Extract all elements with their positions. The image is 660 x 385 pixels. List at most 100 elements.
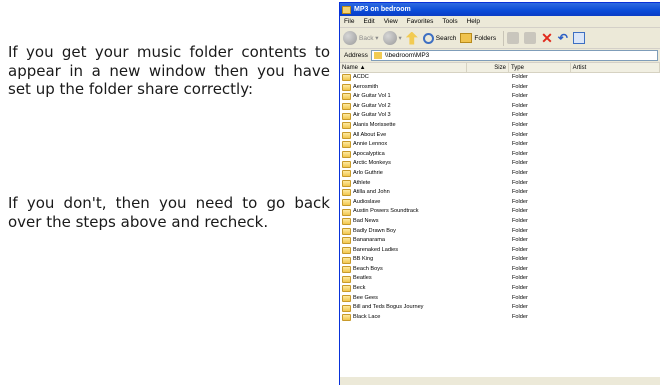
column-name[interactable]: Name ▲ bbox=[340, 63, 468, 72]
file-name-cell: Aerosmith bbox=[340, 83, 468, 93]
file-row[interactable]: Black Lace Folder bbox=[340, 313, 660, 323]
views-icon[interactable] bbox=[572, 32, 585, 44]
file-type-cell: Folder bbox=[512, 256, 528, 263]
file-type-cell: Folder bbox=[512, 131, 528, 138]
file-type-cell: Folder bbox=[512, 217, 528, 224]
file-size-cell bbox=[468, 274, 510, 284]
column-type[interactable]: Type bbox=[509, 63, 571, 72]
file-row[interactable]: Beck Folder bbox=[340, 284, 660, 294]
file-size-cell bbox=[468, 265, 510, 275]
file-name-cell: Air Guitar Vol 3 bbox=[340, 111, 468, 121]
file-type-cell: Folder bbox=[512, 93, 528, 100]
file-size-cell bbox=[468, 188, 510, 198]
file-row[interactable]: Bad News Folder bbox=[340, 217, 660, 227]
file-row[interactable]: Apocalyptica Folder bbox=[340, 150, 660, 160]
title-bar[interactable]: MP3 on bedroom bbox=[340, 3, 660, 16]
file-type-cell: Folder bbox=[512, 304, 528, 311]
file-type-cell: Folder bbox=[512, 313, 528, 320]
file-name-cell: Bee Gees bbox=[340, 294, 468, 304]
forward-button[interactable]: ▾ bbox=[382, 31, 402, 45]
folder-icon bbox=[342, 131, 351, 139]
folder-icon bbox=[342, 246, 351, 254]
address-value: \\bedroom\MP3 bbox=[384, 52, 430, 59]
file-type-cell: Folder bbox=[512, 74, 528, 80]
file-name-cell: Bad News bbox=[340, 217, 468, 227]
file-row[interactable]: Arctic Monkeys Folder bbox=[340, 159, 660, 169]
file-type-cell: Folder bbox=[512, 237, 528, 244]
file-type-cell: Folder bbox=[512, 246, 528, 253]
menu-view[interactable]: View bbox=[384, 18, 398, 25]
file-type-cell: Folder bbox=[512, 285, 528, 292]
back-button[interactable]: Back ▾ bbox=[343, 31, 379, 45]
move-to-icon[interactable] bbox=[507, 32, 520, 44]
file-row[interactable]: Air Guitar Vol 3 Folder bbox=[340, 111, 660, 121]
file-name-cell: Apocalyptica bbox=[340, 150, 468, 160]
address-label: Address bbox=[344, 52, 368, 59]
file-name-cell: Athlete bbox=[340, 179, 468, 189]
file-row[interactable]: Athlete Folder bbox=[340, 179, 660, 189]
file-row[interactable]: Bill and Teds Bogus Journey Folder bbox=[340, 303, 660, 313]
column-header-row: Name ▲ Size Type Artist bbox=[340, 63, 660, 73]
file-type-cell: Folder bbox=[512, 169, 528, 176]
instruction-paragraph-1: If you get your music folder contents to… bbox=[8, 43, 330, 98]
file-row[interactable]: Alanis Morissette Folder bbox=[340, 121, 660, 131]
folder-icon bbox=[342, 112, 351, 120]
folder-icon bbox=[342, 218, 351, 226]
folder-icon bbox=[342, 141, 351, 149]
file-row[interactable]: BB King Folder bbox=[340, 255, 660, 265]
file-row[interactable]: Air Guitar Vol 2 Folder bbox=[340, 102, 660, 112]
file-row[interactable]: Bananarama Folder bbox=[340, 236, 660, 246]
file-size-cell bbox=[468, 227, 510, 237]
file-name-cell: Bananarama bbox=[340, 236, 468, 246]
file-name-cell: Badly Drawn Boy bbox=[340, 227, 468, 237]
file-list: Name ▲ Size Type Artist ACDC Folder Aerosm… bbox=[340, 63, 660, 377]
menu-file[interactable]: File bbox=[344, 18, 354, 25]
file-type-cell: Folder bbox=[512, 227, 528, 234]
folders-button[interactable]: Folders bbox=[460, 33, 496, 43]
file-row[interactable]: Aerosmith Folder bbox=[340, 83, 660, 93]
file-type-cell: Folder bbox=[512, 141, 528, 148]
file-size-cell bbox=[468, 102, 510, 112]
delete-icon[interactable]: ✕ bbox=[541, 30, 553, 47]
back-arrow-icon bbox=[343, 31, 357, 45]
file-size-cell bbox=[468, 217, 510, 227]
file-row[interactable]: Badly Drawn Boy Folder bbox=[340, 227, 660, 237]
file-size-cell bbox=[468, 284, 510, 294]
file-size-cell bbox=[468, 313, 510, 323]
file-type-cell: Folder bbox=[512, 150, 528, 157]
folder-icon bbox=[342, 5, 351, 14]
menu-help[interactable]: Help bbox=[467, 18, 480, 25]
instruction-paragraph-2: If you don't, then you need to go back o… bbox=[8, 194, 330, 231]
file-row[interactable]: Atilla and John Folder bbox=[340, 188, 660, 198]
column-artist[interactable]: Artist bbox=[571, 63, 660, 72]
address-field[interactable]: \\bedroom\MP3 bbox=[370, 50, 658, 61]
file-row[interactable]: Audioslave Folder bbox=[340, 198, 660, 208]
file-type-cell: Folder bbox=[512, 179, 528, 186]
file-row[interactable]: ACDC Folder bbox=[340, 73, 660, 83]
undo-icon[interactable]: ↶ bbox=[558, 31, 568, 45]
menu-tools[interactable]: Tools bbox=[442, 18, 457, 25]
folders-icon bbox=[460, 33, 473, 43]
file-row[interactable]: Bee Gees Folder bbox=[340, 294, 660, 304]
file-row[interactable]: Annie Lennox Folder bbox=[340, 140, 660, 150]
menu-favorites[interactable]: Favorites bbox=[407, 18, 434, 25]
file-name-cell: Audioslave bbox=[340, 198, 468, 208]
file-row[interactable]: Beatles Folder bbox=[340, 274, 660, 284]
folder-icon bbox=[342, 179, 351, 187]
file-row[interactable]: Barenaked Ladies Folder bbox=[340, 246, 660, 256]
network-folder-icon bbox=[373, 52, 382, 59]
file-row[interactable]: All About Eve Folder bbox=[340, 131, 660, 141]
file-row[interactable]: Arlo Guthrie Folder bbox=[340, 169, 660, 179]
folder-icon bbox=[342, 294, 351, 302]
file-row[interactable]: Air Guitar Vol 1 Folder bbox=[340, 92, 660, 102]
up-folder-icon[interactable] bbox=[405, 31, 418, 45]
menu-edit[interactable]: Edit bbox=[363, 18, 374, 25]
folder-icon bbox=[342, 256, 351, 264]
copy-to-icon[interactable] bbox=[524, 32, 537, 44]
file-row[interactable]: Beach Boys Folder bbox=[340, 265, 660, 275]
window-title: MP3 on bedroom bbox=[354, 6, 411, 13]
column-size[interactable]: Size bbox=[467, 63, 509, 72]
toolbar: Back ▾ ▾ Search Folders ✕ ↶ bbox=[340, 28, 660, 49]
file-row[interactable]: Austin Powers Soundtrack Folder bbox=[340, 207, 660, 217]
search-button[interactable]: Search bbox=[422, 32, 456, 44]
